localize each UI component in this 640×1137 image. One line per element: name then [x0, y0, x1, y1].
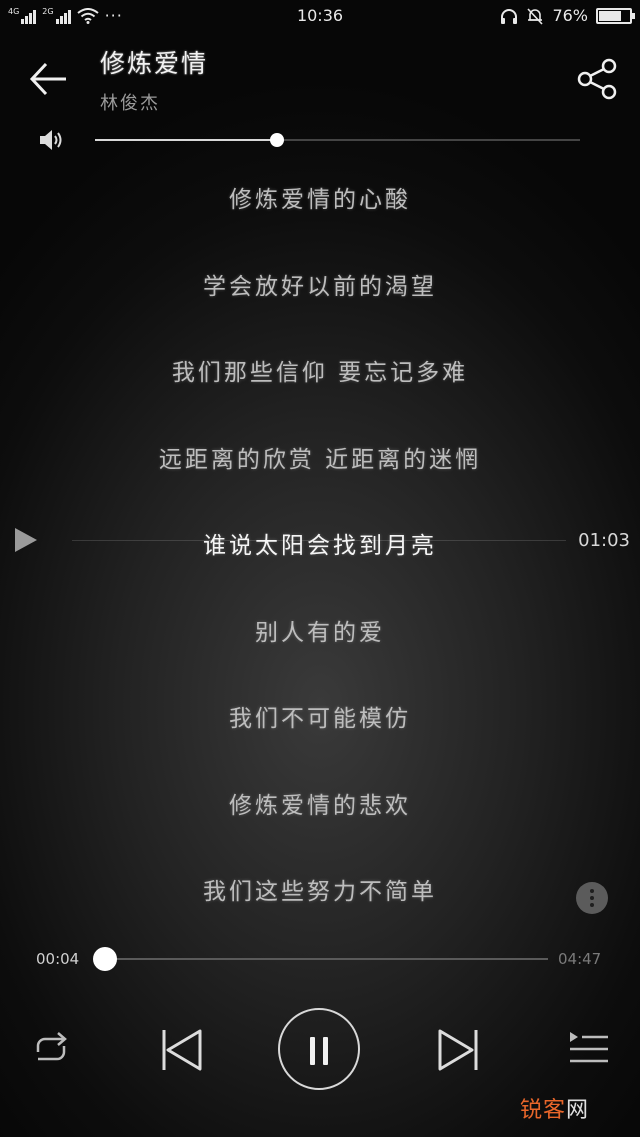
- watermark-text-1: 锐客: [520, 1098, 567, 1123]
- lyric-line[interactable]: 学会放好以前的渴望: [0, 267, 640, 301]
- playlist-icon[interactable]: [568, 1030, 610, 1068]
- lyric-line[interactable]: 我们不可能模仿: [0, 699, 640, 733]
- pause-button[interactable]: [278, 1008, 360, 1090]
- song-artist[interactable]: 林俊杰: [100, 89, 160, 115]
- battery-percent: 76%: [552, 6, 588, 25]
- battery-icon: [596, 7, 635, 24]
- volume-row: [0, 122, 640, 158]
- lyric-seek-time: 01:03: [578, 530, 630, 551]
- lyric-line[interactable]: 别人有的爱: [0, 613, 640, 647]
- play-icon[interactable]: [12, 526, 40, 554]
- progress-slider[interactable]: [93, 947, 548, 971]
- volume-fill: [95, 139, 277, 141]
- lyric-line[interactable]: 我们那些信仰 要忘记多难: [0, 353, 640, 387]
- watermark-logo: 锐客网: [520, 1092, 589, 1124]
- headphones-icon: [501, 8, 518, 24]
- mute-bell-icon: [527, 7, 544, 25]
- status-bar: 4G 2G ··· 10:36 76%: [0, 0, 640, 32]
- lyric-line[interactable]: 远距离的欣赏 近距离的迷惘: [0, 440, 640, 474]
- lyric-line[interactable]: 我们这些努力不简单: [0, 872, 640, 906]
- arrow-left-icon[interactable]: [26, 56, 72, 102]
- lyric-line[interactable]: 修炼爱情的悲欢: [0, 786, 640, 820]
- skip-previous-icon[interactable]: [158, 1028, 204, 1072]
- time-total: 04:47: [558, 950, 602, 968]
- watermark-text-2: 网: [566, 1098, 590, 1123]
- progress-row: 00:04 04:47: [0, 942, 640, 976]
- playback-controls: [0, 1006, 640, 1092]
- skip-next-icon[interactable]: [436, 1028, 482, 1072]
- progress-thumb[interactable]: [93, 947, 118, 971]
- battery-fill: [599, 10, 622, 21]
- lyric-seek-row: 01:03: [0, 518, 640, 562]
- time-elapsed: 00:04: [36, 950, 80, 968]
- share-icon[interactable]: [576, 58, 618, 100]
- more-vertical-icon[interactable]: [576, 882, 608, 914]
- volume-slider[interactable]: [95, 133, 580, 147]
- status-right: 76%: [500, 6, 635, 25]
- volume-thumb[interactable]: [269, 133, 284, 147]
- song-title: 修炼爱情: [100, 49, 209, 78]
- lyric-line[interactable]: 修炼爱情的心酸: [0, 180, 640, 214]
- lyric-seek-line: [72, 540, 566, 541]
- repeat-icon[interactable]: [30, 1030, 72, 1068]
- speaker-icon[interactable]: [38, 128, 64, 152]
- player-header: 修炼爱情 林俊杰: [0, 40, 640, 120]
